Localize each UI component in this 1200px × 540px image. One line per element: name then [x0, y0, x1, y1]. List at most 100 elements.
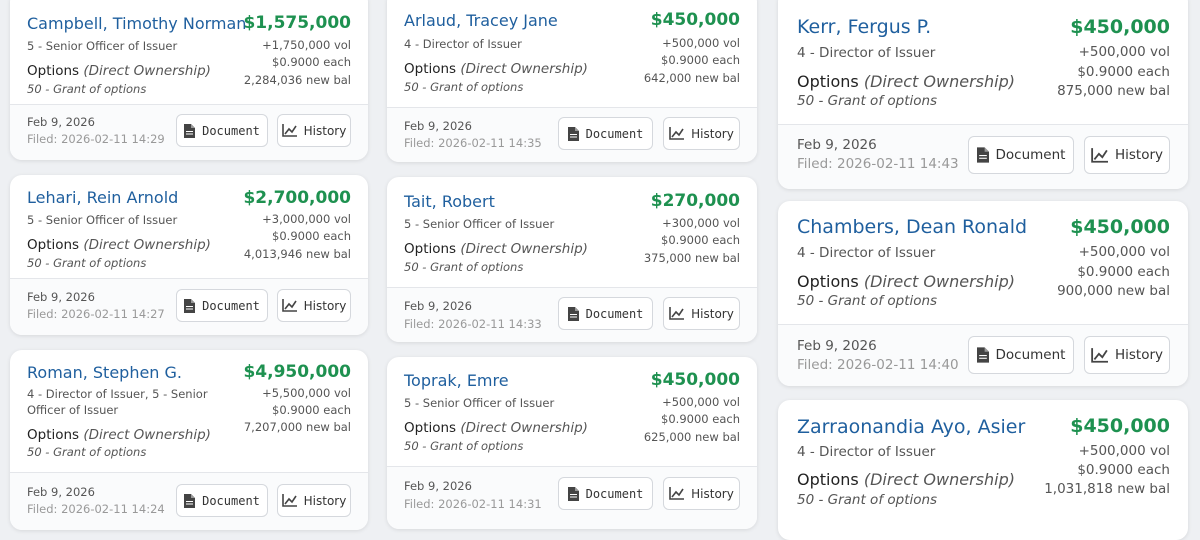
filing-card: Zarraonandia Ayo, Asier $450,000 4 - Dir…	[778, 400, 1188, 540]
security-type: Options (Direct Ownership)	[797, 72, 1015, 91]
insider-name-link[interactable]: Zarraonandia Ayo, Asier	[797, 416, 1025, 438]
volume-change: +1,750,000 vol	[262, 38, 351, 52]
insider-name-link[interactable]: Tait, Robert	[404, 192, 495, 211]
insider-name-link[interactable]: Lehari, Rein Arnold	[27, 188, 178, 207]
history-label: History	[691, 306, 734, 321]
volume-change: +3,000,000 vol	[262, 212, 351, 226]
volume-change: +500,000 vol	[662, 36, 740, 50]
card-footer: Feb 9, 2026 Filed: 2026-02-11 14:43 Docu…	[778, 124, 1188, 189]
security-type: Options (Direct Ownership)	[797, 272, 1015, 291]
new-balance: 642,000 new bal	[643, 71, 740, 85]
security-type: Options (Direct Ownership)	[404, 241, 588, 257]
insider-role: 5 - Senior Officer of Issuer	[27, 39, 178, 53]
transaction-date: Feb 9, 2026	[797, 137, 877, 153]
unit-price: $0.9000 each	[661, 412, 740, 426]
history-button[interactable]: History	[663, 297, 740, 330]
document-label: Document	[585, 486, 644, 501]
document-label: Document	[585, 126, 644, 141]
card-footer: Feb 9, 2026 Filed: 2026-02-11 14:40 Docu…	[778, 324, 1188, 386]
transaction-amount: $450,000	[650, 370, 740, 390]
document-button[interactable]: Document	[968, 336, 1074, 374]
document-icon	[976, 147, 989, 163]
history-label: History	[303, 123, 347, 138]
history-button[interactable]: History	[277, 114, 351, 147]
new-balance: 1,031,818 new bal	[1044, 481, 1170, 497]
insider-name-link[interactable]: Roman, Stephen G.	[27, 363, 182, 382]
transaction-date: Feb 9, 2026	[797, 338, 877, 354]
line-chart-icon	[281, 299, 297, 312]
document-button[interactable]: Document	[176, 114, 268, 147]
filed-timestamp: Filed: 2026-02-11 14:31	[404, 497, 542, 511]
filing-card: Roman, Stephen G. $4,950,000 4 - Directo…	[10, 350, 368, 530]
transaction-code: 50 - Grant of options	[27, 445, 147, 459]
card-footer: Feb 9, 2026 Filed: 2026-02-11 14:33 Docu…	[387, 287, 757, 342]
transaction-code: 50 - Grant of options	[797, 93, 938, 109]
volume-change: +500,000 vol	[1078, 443, 1170, 459]
document-label: Document	[202, 493, 260, 508]
history-button[interactable]: History	[1084, 136, 1170, 174]
insider-name-link[interactable]: Arlaud, Tracey Jane	[404, 11, 558, 30]
filing-card: Lehari, Rein Arnold $2,700,000 5 - Senio…	[10, 175, 368, 335]
new-balance: 2,284,036 new bal	[243, 73, 351, 87]
security-type: Options (Direct Ownership)	[797, 470, 1015, 489]
transaction-date: Feb 9, 2026	[27, 115, 95, 129]
unit-price: $0.9000 each	[661, 233, 740, 247]
insider-role: 4 - Director of Issuer	[797, 245, 936, 261]
card-footer: Feb 9, 2026 Filed: 2026-02-11 14:27 Docu…	[10, 278, 368, 335]
volume-change: +500,000 vol	[662, 395, 740, 409]
transaction-date: Feb 9, 2026	[404, 119, 472, 133]
insider-name-link[interactable]: Toprak, Emre	[404, 371, 509, 390]
transaction-date: Feb 9, 2026	[27, 485, 95, 499]
document-icon	[184, 123, 196, 138]
document-button[interactable]: Document	[176, 484, 268, 517]
insider-name-link[interactable]: Campbell, Timothy Norman	[27, 14, 246, 33]
line-chart-icon	[669, 127, 685, 140]
volume-change: +500,000 vol	[1078, 44, 1170, 60]
history-button[interactable]: History	[663, 477, 740, 510]
document-button[interactable]: Document	[558, 297, 653, 330]
transaction-amount: $450,000	[1070, 16, 1170, 38]
transaction-code: 50 - Grant of options	[27, 256, 147, 270]
unit-price: $0.9000 each	[272, 55, 351, 69]
document-label: Document	[995, 347, 1066, 363]
line-chart-icon	[669, 487, 685, 500]
filing-card: Campbell, Timothy Norman $1,575,000 5 - …	[10, 0, 368, 160]
document-label: Document	[202, 123, 260, 138]
history-button[interactable]: History	[663, 117, 740, 150]
unit-price: $0.9000 each	[272, 229, 351, 243]
document-label: Document	[995, 147, 1066, 163]
filed-timestamp: Filed: 2026-02-11 14:33	[404, 317, 542, 331]
filed-timestamp: Filed: 2026-02-11 14:24	[27, 502, 165, 516]
document-button[interactable]: Document	[176, 289, 268, 322]
insider-name-link[interactable]: Chambers, Dean Ronald	[797, 216, 1027, 238]
volume-change: +5,500,000 vol	[262, 386, 351, 400]
document-icon	[184, 493, 196, 508]
unit-price: $0.9000 each	[1077, 264, 1170, 280]
filing-card: Arlaud, Tracey Jane $450,000 4 - Directo…	[387, 0, 757, 162]
history-button[interactable]: History	[277, 484, 351, 517]
new-balance: 625,000 new bal	[643, 430, 740, 444]
document-icon	[567, 486, 579, 501]
insider-role: 5 - Senior Officer of Issuer	[404, 217, 555, 231]
insider-name-link[interactable]: Kerr, Fergus P.	[797, 16, 931, 38]
insider-role: 4 - Director of Issuer	[797, 45, 936, 61]
history-button[interactable]: History	[1084, 336, 1170, 374]
unit-price: $0.9000 each	[661, 53, 740, 67]
document-icon	[184, 298, 196, 313]
history-label: History	[691, 126, 734, 141]
filed-timestamp: Filed: 2026-02-11 14:35	[404, 136, 542, 150]
line-chart-icon	[281, 124, 297, 137]
filing-card: Kerr, Fergus P. $450,000 4 - Director of…	[778, 0, 1188, 189]
document-button[interactable]: Document	[558, 117, 653, 150]
transaction-code: 50 - Grant of options	[27, 82, 147, 96]
filed-timestamp: Filed: 2026-02-11 14:29	[27, 132, 165, 146]
document-button[interactable]: Document	[968, 136, 1074, 174]
document-button[interactable]: Document	[558, 477, 653, 510]
insider-role: 5 - Senior Officer of Issuer	[404, 396, 555, 410]
insider-role: 4 - Director of Issuer	[404, 37, 522, 51]
document-icon	[567, 126, 579, 141]
history-button[interactable]: History	[277, 289, 351, 322]
new-balance: 900,000 new bal	[1057, 283, 1170, 299]
transaction-amount: $1,575,000	[243, 13, 351, 33]
transaction-amount: $4,950,000	[243, 362, 351, 382]
